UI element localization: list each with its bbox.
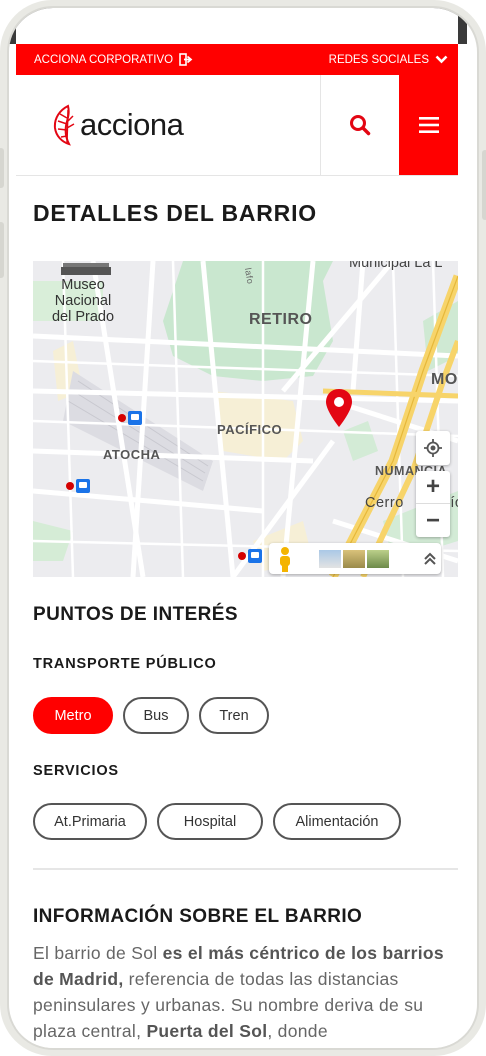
web-page: ACCIONA CORPORATIVO REDES SOCIALES accio…: [16, 8, 458, 1048]
services-filter-chips: At.Primaria Hospital Alimentación: [33, 803, 401, 840]
leaf-logo-icon: [53, 104, 75, 146]
train-station-icon: [66, 479, 90, 493]
phone-frame: ACCIONA CORPORATIVO REDES SOCIALES accio…: [0, 0, 486, 1056]
chip-hospital[interactable]: Hospital: [157, 803, 263, 840]
map-label-mo: MO: [431, 371, 458, 388]
points-of-interest-heading: PUNTOS DE INTERÉS: [33, 604, 238, 625]
info-text-part: El barrio de Sol: [33, 943, 163, 963]
neighborhood-info-text: El barrio de Sol es el más céntrico de l…: [33, 940, 458, 1044]
museo-line-1: Museo Nacional: [54, 277, 112, 309]
map-layers-bar: [269, 543, 441, 574]
street-view-pegman-icon[interactable]: [277, 546, 293, 572]
metro-marker[interactable]: [117, 410, 143, 431]
search-button[interactable]: [320, 75, 399, 175]
metro-marker[interactable]: [65, 478, 91, 499]
page-title: DETALLES DEL BARRIO: [33, 200, 317, 226]
menu-button[interactable]: [399, 75, 458, 175]
neighborhood-info-heading: INFORMACIÓN SOBRE EL BARRIO: [33, 906, 363, 927]
info-text-part: , donde: [267, 1021, 328, 1041]
transport-heading: TRANSPORTE PÚBLICO: [33, 656, 217, 672]
logout-arrow-icon: [179, 53, 193, 66]
section-divider: [33, 868, 458, 870]
phone-volume-button: [0, 222, 4, 278]
layer-thumbnail[interactable]: [367, 549, 389, 568]
my-location-button[interactable]: [416, 431, 450, 465]
phone-screen: ACCIONA CORPORATIVO REDES SOCIALES accio…: [7, 6, 479, 1050]
info-text-bold: Puerta del Sol: [146, 1021, 268, 1041]
top-utility-bar: ACCIONA CORPORATIVO REDES SOCIALES: [16, 44, 458, 75]
services-heading: SERVICIOS: [33, 763, 119, 779]
zoom-controls: + −: [416, 471, 450, 537]
chip-bus[interactable]: Bus: [123, 697, 189, 734]
map-pin-icon: [326, 389, 352, 427]
social-dropdown-label: REDES SOCIALES: [328, 53, 429, 66]
map-label-museo: Museo Nacional del Prado: [33, 277, 133, 325]
train-station-icon: [238, 549, 262, 563]
map-layer-thumbnails[interactable]: [319, 549, 389, 568]
hamburger-menu-icon: [418, 117, 439, 133]
logo-text: acciona: [80, 107, 184, 142]
chip-atencion-primaria[interactable]: At.Primaria: [33, 803, 147, 840]
map-label-retiro: RETIRO: [249, 311, 313, 328]
metro-marker[interactable]: [237, 548, 263, 569]
map-label-cerro: Cerro: [365, 495, 404, 511]
train-station-icon: [118, 411, 142, 425]
map-label-municipal: Municipal La L: [349, 261, 443, 271]
corporate-link-label: ACCIONA CORPORATIVO: [34, 53, 174, 66]
map-view[interactable]: Museo Nacional del Prado RETIRO PACÍFICO…: [33, 261, 458, 577]
transport-filter-chips: Metro Bus Tren: [33, 697, 269, 734]
chip-tren[interactable]: Tren: [199, 697, 269, 734]
map-label-pacifico: PACÍFICO: [217, 422, 283, 437]
acciona-logo[interactable]: acciona: [16, 75, 320, 175]
expand-up-icon[interactable]: [423, 552, 437, 566]
location-pin[interactable]: [325, 388, 353, 433]
search-icon: [350, 115, 371, 136]
phone-power-button: [482, 150, 486, 220]
chevron-down-icon: [435, 55, 448, 64]
crosshair-icon: [424, 439, 442, 457]
chip-alimentacion[interactable]: Alimentación: [273, 803, 401, 840]
zoom-in-button[interactable]: +: [416, 471, 450, 504]
layer-thumbnail[interactable]: [343, 549, 365, 568]
corporate-link[interactable]: ACCIONA CORPORATIVO: [34, 53, 193, 66]
map-label-atocha: ATOCHA: [103, 447, 161, 462]
chip-metro[interactable]: Metro: [33, 697, 113, 734]
site-header: acciona: [16, 75, 458, 176]
museo-line-2: del Prado: [51, 309, 115, 325]
layer-thumbnail[interactable]: [319, 549, 341, 568]
social-dropdown[interactable]: REDES SOCIALES: [329, 54, 448, 66]
phone-side-button: [0, 148, 4, 188]
zoom-out-button[interactable]: −: [416, 504, 450, 537]
